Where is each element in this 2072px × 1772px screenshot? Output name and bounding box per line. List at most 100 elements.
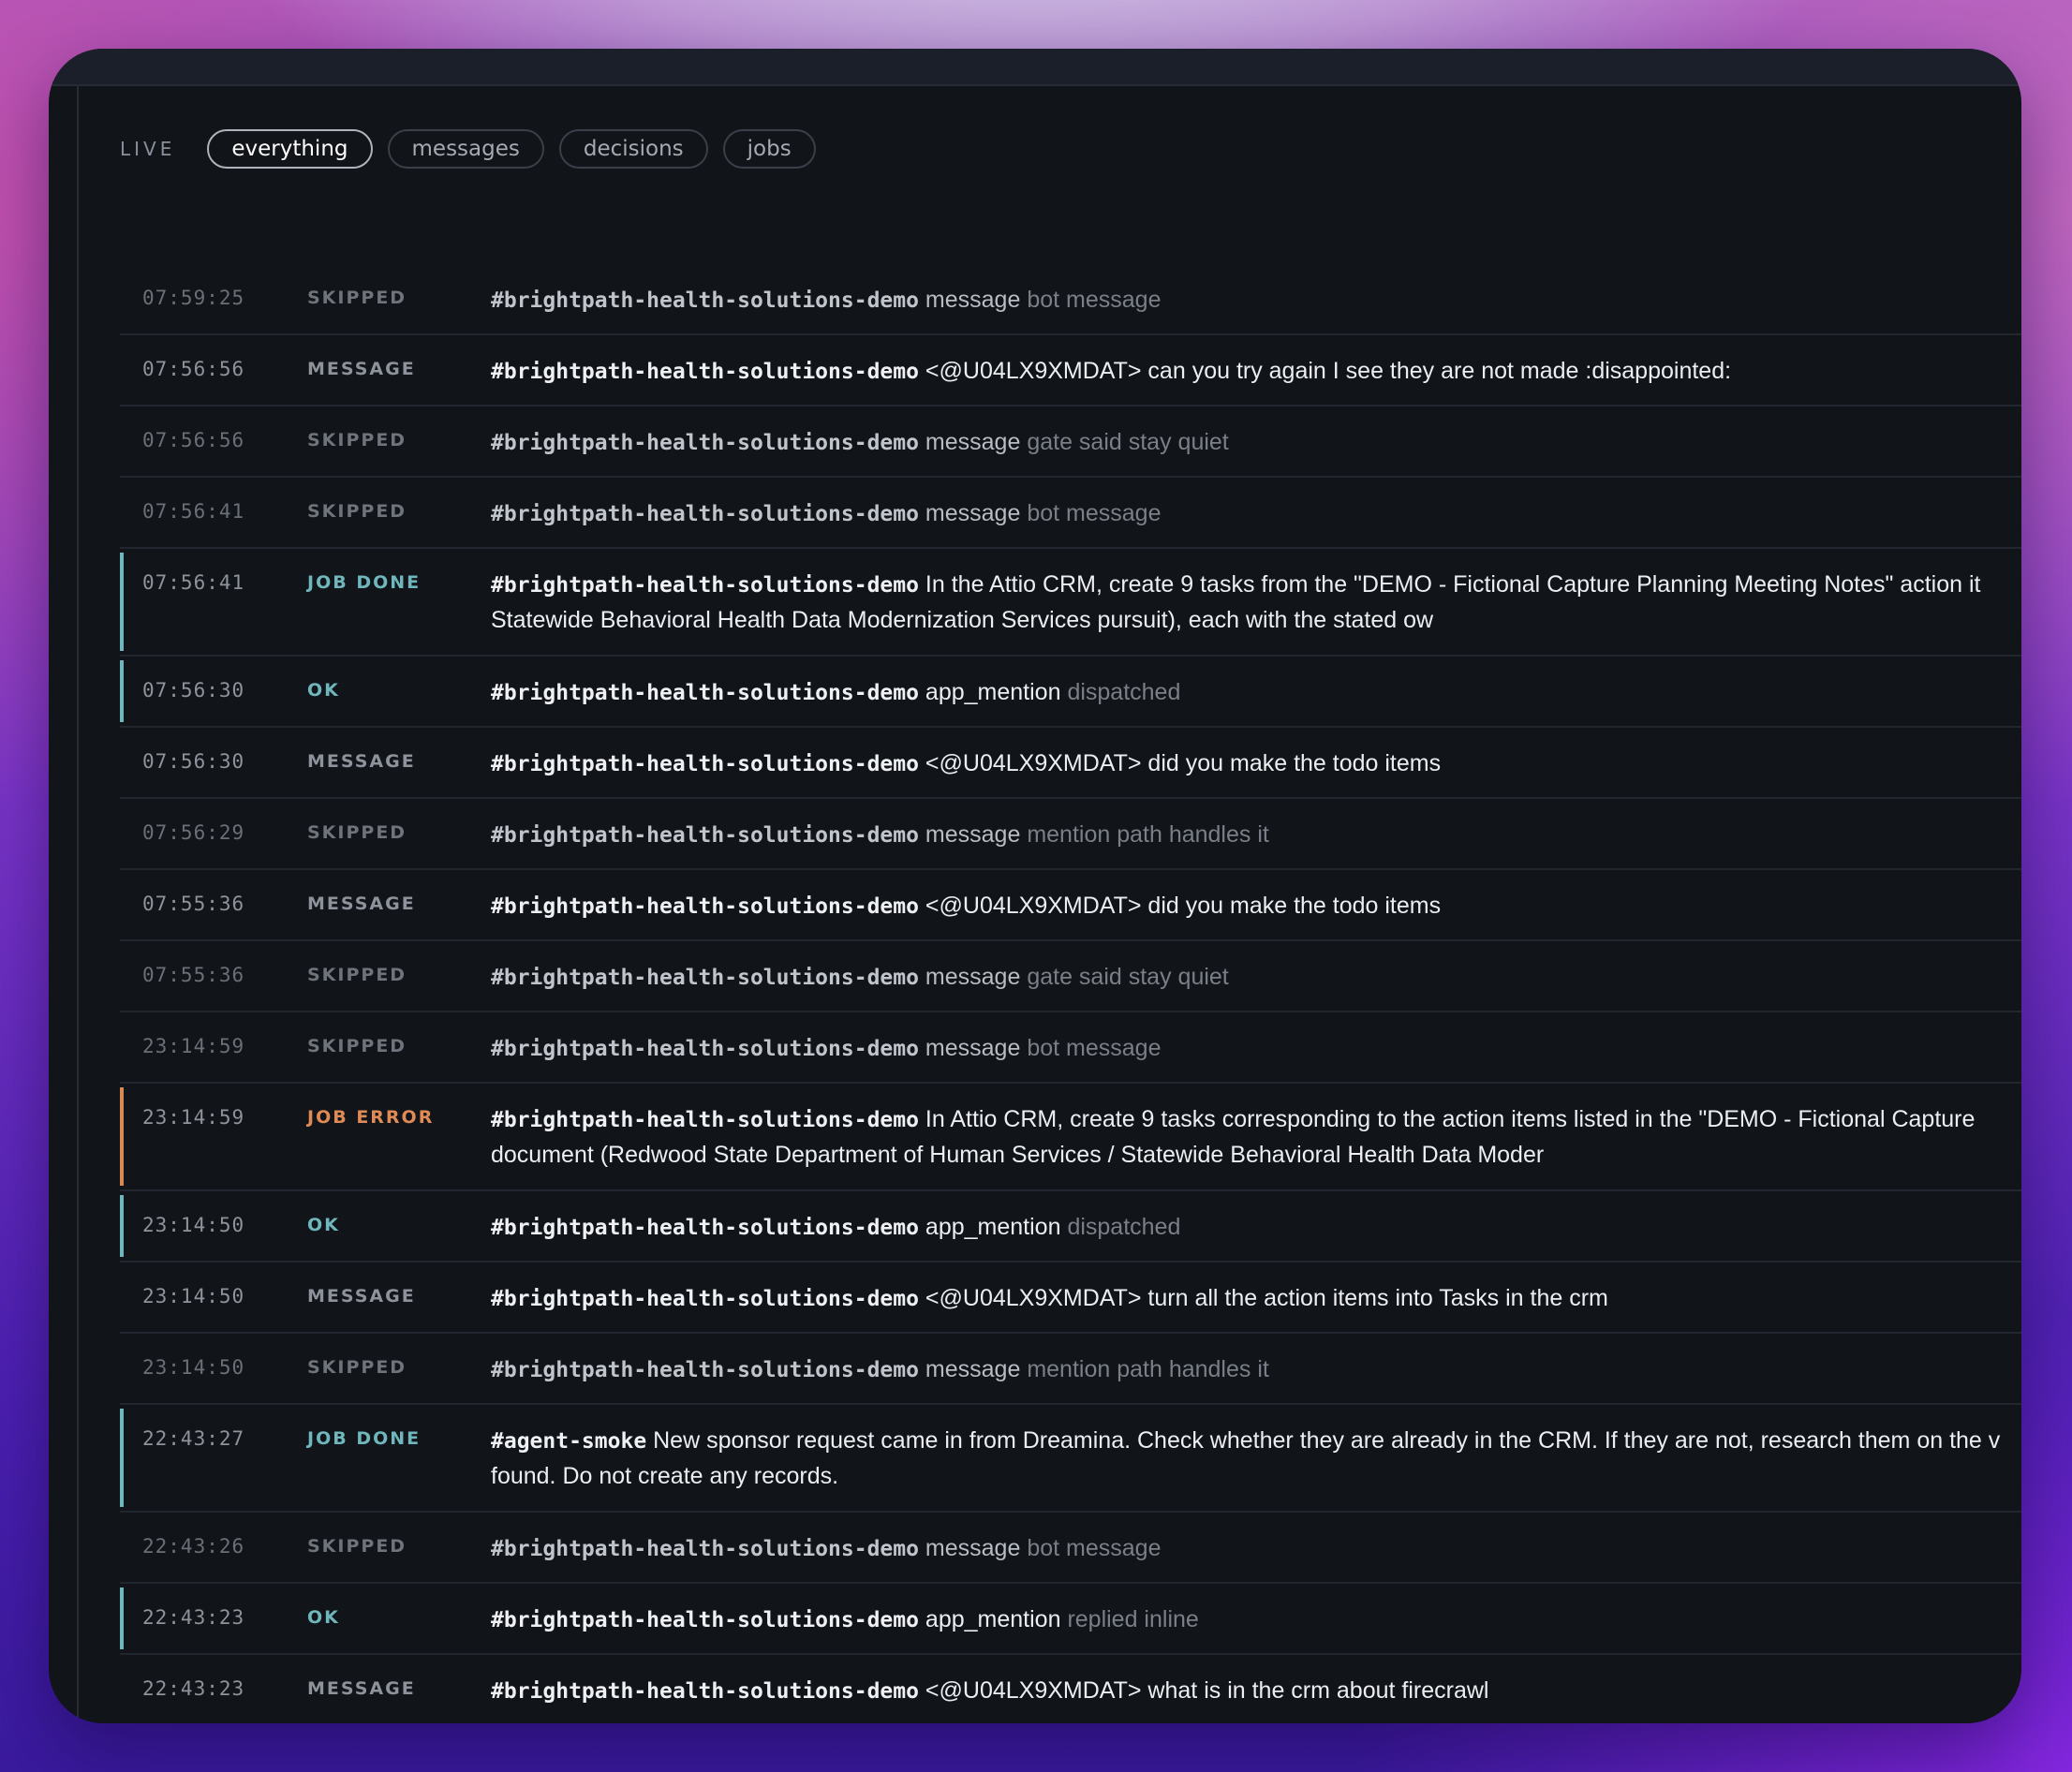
event-row[interactable]: 07:59:25 SKIPPED #brightpath-health-solu… (120, 264, 2021, 335)
event-detail: bot message (1027, 500, 1162, 526)
event-body: #brightpath-health-solutions-demo app_me… (491, 1191, 2021, 1246)
event-row[interactable]: 22:43:23 MESSAGE #brightpath-health-solu… (120, 1655, 2021, 1723)
event-time: 07:56:56 (142, 358, 245, 380)
channel-name: #brightpath-health-solutions-demo (491, 1216, 919, 1240)
event-row[interactable]: 07:56:41 JOB DONE #brightpath-health-sol… (120, 549, 2021, 657)
event-row[interactable]: 23:14:59 SKIPPED #brightpath-health-solu… (120, 1012, 2021, 1084)
event-time: 23:14:50 (142, 1214, 245, 1236)
channel-name: #brightpath-health-solutions-demo (491, 502, 919, 526)
event-row[interactable]: 23:14:59 JOB ERROR #brightpath-health-so… (120, 1084, 2021, 1191)
event-row[interactable]: 07:56:56 SKIPPED #brightpath-health-solu… (120, 406, 2021, 478)
event-detail: gate said stay quiet (1027, 429, 1229, 455)
event-detail: bot message (1027, 1535, 1162, 1561)
event-status: OK (307, 1215, 340, 1235)
event-time: 22:43:23 (142, 1677, 245, 1700)
event-status: SKIPPED (307, 430, 407, 450)
window-titlebar (49, 49, 2021, 86)
event-time: 07:56:30 (142, 679, 245, 701)
event-status: OK (307, 1607, 340, 1628)
event-status: SKIPPED (307, 822, 407, 843)
event-time: 07:56:41 (142, 571, 245, 594)
row-accent-bar (120, 1409, 124, 1507)
event-body: #brightpath-health-solutions-demo <@U04L… (491, 335, 2021, 390)
channel-name: #brightpath-health-solutions-demo (491, 288, 919, 313)
event-status: MESSAGE (307, 893, 416, 914)
channel-name: #brightpath-health-solutions-demo (491, 1608, 919, 1632)
channel-name: #brightpath-health-solutions-demo (491, 431, 919, 455)
event-row[interactable]: 23:14:50 SKIPPED #brightpath-health-solu… (120, 1334, 2021, 1405)
event-row[interactable]: 23:14:50 OK #brightpath-health-solutions… (120, 1191, 2021, 1263)
channel-name: #brightpath-health-solutions-demo (491, 573, 919, 598)
channel-name: #brightpath-health-solutions-demo (491, 1287, 919, 1311)
event-detail: mention path handles it (1027, 821, 1269, 848)
filter-everything-button[interactable]: everything (207, 129, 373, 169)
row-accent-bar (120, 660, 124, 722)
channel-name: #brightpath-health-solutions-demo (491, 1108, 919, 1132)
event-body: #brightpath-health-solutions-demo messag… (491, 478, 2021, 532)
filter-messages-button[interactable]: messages (387, 129, 544, 169)
event-row[interactable]: 22:43:26 SKIPPED #brightpath-health-solu… (120, 1513, 2021, 1584)
event-status: SKIPPED (307, 965, 407, 985)
event-status: JOB DONE (307, 1428, 422, 1449)
event-status: MESSAGE (307, 1678, 416, 1699)
app-window: LIVE everything messages decisions jobs … (49, 49, 2021, 1723)
event-time: 07:55:36 (142, 964, 245, 986)
event-time: 07:55:36 (142, 893, 245, 915)
channel-name: #agent-smoke (491, 1429, 647, 1454)
event-kind: message (925, 821, 1021, 848)
event-body: #brightpath-health-solutions-demo messag… (491, 1334, 2021, 1388)
event-row[interactable]: 07:56:29 SKIPPED #brightpath-health-solu… (120, 799, 2021, 870)
channel-name: #brightpath-health-solutions-demo (491, 823, 919, 848)
event-status: MESSAGE (307, 1286, 416, 1307)
event-status: MESSAGE (307, 359, 416, 379)
event-message: <@U04LX9XMDAT> turn all the action items… (925, 1285, 1608, 1311)
event-row[interactable]: 07:55:36 MESSAGE #brightpath-health-solu… (120, 870, 2021, 941)
event-row[interactable]: 07:56:30 OK #brightpath-health-solutions… (120, 657, 2021, 728)
row-accent-bar (120, 553, 124, 651)
filter-decisions-button[interactable]: decisions (558, 129, 708, 169)
event-body: #brightpath-health-solutions-demo <@U04L… (491, 1263, 2021, 1317)
row-accent-bar (120, 1087, 124, 1186)
live-indicator: LIVE (120, 138, 176, 160)
filter-bar: LIVE everything messages decisions jobs (120, 127, 831, 170)
event-row[interactable]: 07:56:56 MESSAGE #brightpath-health-solu… (120, 335, 2021, 406)
event-kind: message (925, 1535, 1021, 1561)
event-body: #brightpath-health-solutions-demo app_me… (491, 1584, 2021, 1638)
event-message: <@U04LX9XMDAT> what is in the crm about … (925, 1677, 1489, 1704)
event-row[interactable]: 07:56:30 MESSAGE #brightpath-health-solu… (120, 728, 2021, 799)
event-row[interactable]: 07:55:36 SKIPPED #brightpath-health-solu… (120, 941, 2021, 1012)
row-accent-bar (120, 1587, 124, 1649)
event-time: 07:56:29 (142, 821, 245, 844)
event-body: #brightpath-health-solutions-demo <@U04L… (491, 1655, 2021, 1709)
event-row[interactable]: 22:43:27 JOB DONE #agent-smoke New spons… (120, 1405, 2021, 1513)
event-detail: gate said stay quiet (1027, 964, 1229, 990)
event-kind: app_mention (925, 1606, 1061, 1632)
event-time: 23:14:59 (142, 1106, 245, 1129)
event-status: SKIPPED (307, 501, 407, 522)
event-row[interactable]: 23:14:50 MESSAGE #brightpath-health-solu… (120, 1263, 2021, 1334)
event-status: JOB ERROR (307, 1107, 435, 1128)
channel-name: #brightpath-health-solutions-demo (491, 681, 919, 705)
event-body: #brightpath-health-solutions-demo messag… (491, 941, 2021, 996)
channel-name: #brightpath-health-solutions-demo (491, 966, 919, 990)
event-body: #brightpath-health-solutions-demo messag… (491, 1513, 2021, 1567)
event-message: <@U04LX9XMDAT> can you try again I see t… (925, 358, 1732, 384)
event-body: #brightpath-health-solutions-demo <@U04L… (491, 728, 2021, 782)
event-status: SKIPPED (307, 1036, 407, 1056)
filter-jobs-button[interactable]: jobs (722, 129, 816, 169)
event-row[interactable]: 07:56:41 SKIPPED #brightpath-health-solu… (120, 478, 2021, 549)
channel-name: #brightpath-health-solutions-demo (491, 752, 919, 776)
event-detail: bot message (1027, 1035, 1162, 1061)
event-time: 23:14:50 (142, 1356, 245, 1379)
event-body: #brightpath-health-solutions-demo In the… (491, 549, 2021, 638)
event-body: #brightpath-health-solutions-demo app_me… (491, 657, 2021, 711)
event-detail: mention path handles it (1027, 1356, 1269, 1382)
event-kind: message (925, 287, 1021, 313)
event-time: 07:59:25 (142, 287, 245, 309)
event-kind: app_mention (925, 679, 1061, 705)
row-accent-bar (120, 1195, 124, 1257)
event-row[interactable]: 22:43:23 OK #brightpath-health-solutions… (120, 1584, 2021, 1655)
event-status: SKIPPED (307, 288, 407, 308)
channel-name: #brightpath-health-solutions-demo (491, 894, 919, 919)
event-status: JOB DONE (307, 572, 422, 593)
